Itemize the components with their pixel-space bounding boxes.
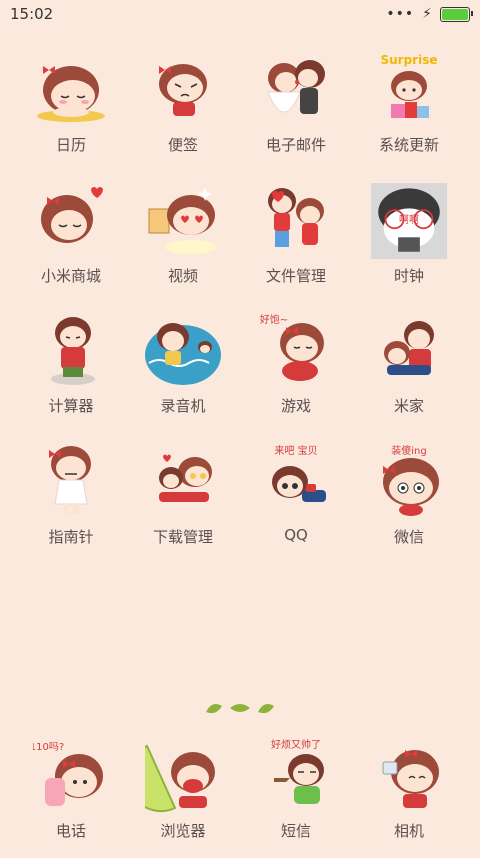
- dock-label: 短信: [280, 822, 311, 840]
- app-clock[interactable]: 啊啊 时钟: [354, 183, 464, 303]
- masked-face-icon: 啊啊: [371, 183, 447, 259]
- app-compass[interactable]: 指南针: [16, 444, 126, 564]
- dock-label: 浏览器: [160, 822, 206, 840]
- app-qq[interactable]: 来吧 宝贝 QQ: [241, 444, 351, 564]
- app-recorder[interactable]: 录音机: [128, 313, 238, 433]
- girl-phone-icon: 110吗?: [33, 741, 103, 806]
- app-label: 日历: [55, 136, 86, 154]
- page-dot-icon: [206, 704, 222, 714]
- girl-grumpy-icon: [159, 64, 207, 116]
- boy-lying-icon: 来吧 宝贝: [272, 444, 326, 502]
- app-label: 电子邮件: [265, 136, 326, 154]
- app-system-update[interactable]: Surprise 系统更新: [354, 52, 464, 172]
- girl-hearts-icon: [41, 187, 103, 243]
- sticker-text: Surprise: [380, 53, 437, 67]
- boy-swimming-icon: [145, 323, 221, 385]
- dock-messages[interactable]: 好烦又帅了 短信: [241, 738, 351, 858]
- app-mi-store[interactable]: 小米商城: [16, 183, 126, 303]
- girl-heart-eyes-icon: [148, 187, 217, 254]
- app-label: 下载管理: [152, 528, 213, 546]
- app-label: 游戏: [280, 397, 311, 415]
- sticker-text: 装傻ing: [391, 444, 426, 457]
- clock-time: 15:02: [10, 5, 54, 23]
- page-indicator[interactable]: [200, 698, 280, 718]
- sticker-text: 110吗?: [33, 741, 64, 753]
- girl-cute-icon: 装傻ing: [383, 444, 439, 516]
- boy-pipe-icon: 好烦又帅了: [271, 738, 324, 804]
- app-mi-home[interactable]: 米家: [354, 313, 464, 433]
- sticker-text: 好饱~: [260, 314, 288, 326]
- girl-surprise-icon: Surprise: [380, 53, 438, 118]
- app-label: 计算器: [48, 397, 94, 415]
- app-label: 视频: [167, 267, 198, 285]
- girl-standing-icon: [49, 446, 91, 514]
- app-label: 系统更新: [378, 136, 439, 154]
- status-icons: ••• ⚡: [386, 6, 473, 22]
- dock-phone[interactable]: 110吗? 电话: [16, 738, 126, 858]
- app-label: 便签: [167, 136, 198, 154]
- sticker-text: 好烦又帅了: [271, 738, 321, 751]
- dock-browser[interactable]: 浏览器: [128, 738, 238, 858]
- app-label: QQ: [284, 526, 308, 544]
- app-email[interactable]: 电子邮件: [241, 52, 351, 172]
- app-wechat[interactable]: 装傻ing 微信: [354, 444, 464, 564]
- app-file-manager[interactable]: 文件管理: [241, 183, 351, 303]
- page-dot-active-icon: [230, 704, 250, 712]
- app-calculator[interactable]: 计算器: [16, 313, 126, 433]
- status-bar: 15:02 ••• ⚡: [0, 0, 480, 28]
- app-label: 小米商城: [40, 267, 101, 285]
- app-label: 指南针: [48, 528, 94, 546]
- boy-sitting-icon: [51, 317, 95, 385]
- sticker-text: 啊啊: [399, 214, 419, 226]
- app-notes[interactable]: 便签: [128, 52, 238, 172]
- dock-label: 相机: [393, 822, 424, 840]
- sticker-text: 来吧 宝贝: [274, 444, 317, 457]
- girl-sitting-icon: 好饱~: [260, 314, 324, 381]
- app-video[interactable]: 视频: [128, 183, 238, 303]
- app-downloads[interactable]: 下载管理: [128, 444, 238, 564]
- couple-hug-icon: [384, 321, 434, 375]
- page-dot-icon: [258, 704, 274, 714]
- couple-kiss-icon: [267, 60, 325, 114]
- app-games[interactable]: 好饱~ 游戏: [241, 313, 351, 433]
- dock-label: 电话: [55, 822, 86, 840]
- app-label: 微信: [393, 528, 424, 546]
- girl-lemon-icon: [145, 744, 215, 813]
- battery-icon: [440, 6, 473, 22]
- charging-icon: ⚡: [422, 6, 432, 22]
- app-label: 文件管理: [265, 267, 326, 285]
- girl-sleeping-icon: [37, 66, 105, 122]
- app-label: 录音机: [160, 397, 206, 415]
- more-notifications-icon: •••: [386, 6, 415, 22]
- dock-camera[interactable]: 相机: [354, 738, 464, 858]
- couple-lying-icon: [159, 454, 212, 502]
- girl-camera-icon: [382, 750, 439, 808]
- app-calendar[interactable]: 日历: [16, 52, 126, 172]
- couple-standing-icon: [268, 188, 324, 247]
- app-label: 米家: [393, 397, 424, 415]
- app-label: 时钟: [393, 267, 424, 285]
